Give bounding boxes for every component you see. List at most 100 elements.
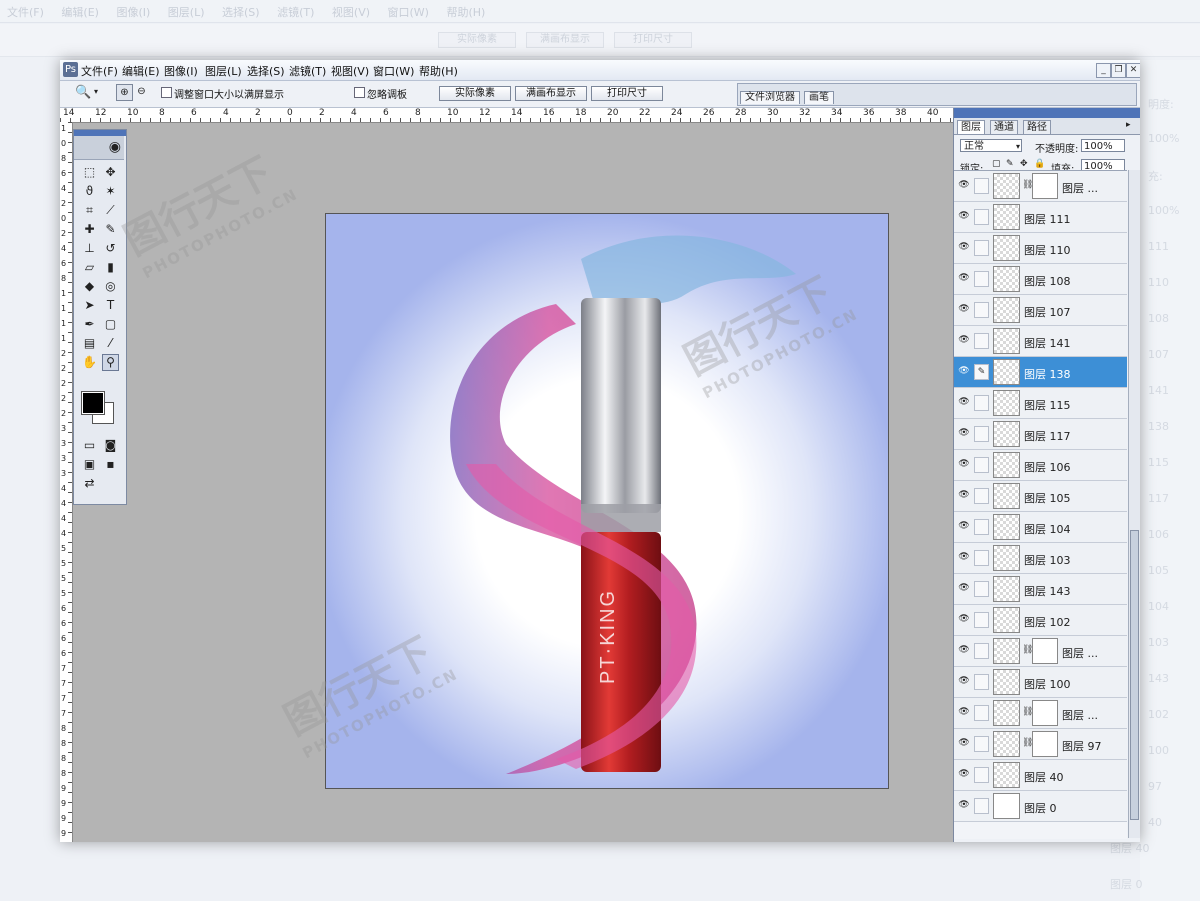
adobe-online-icon[interactable]: ◉ [74,136,124,160]
shape-tool-icon[interactable]: ▢ [102,316,119,333]
menu-help[interactable]: 帮助(H) [419,63,458,79]
visibility-eye-icon[interactable]: 👁 [958,459,970,469]
scrollbar-thumb[interactable] [1130,530,1139,820]
layer-row[interactable]: 👁 图层 115 [954,388,1127,419]
tab-paths[interactable]: 路径 [1023,120,1051,134]
zoom-tool-icon[interactable]: 🔍 [75,85,91,100]
visibility-eye-icon[interactable]: 👁 [958,800,970,810]
lasso-tool-icon[interactable]: ϑ [81,183,98,200]
link-box[interactable] [974,240,989,256]
layer-row[interactable]: 👁 图层 105 [954,481,1127,512]
palette-menu-arrow-icon[interactable]: ▸ [1126,120,1131,130]
healing-brush-tool-icon[interactable]: ✚ [81,221,98,238]
lock-pixels-icon[interactable]: ✎ [1006,159,1014,169]
link-box[interactable] [974,612,989,628]
opacity-field[interactable]: 100% [1081,139,1125,152]
print-size-button[interactable]: 打印尺寸 [591,86,663,101]
pen-tool-icon[interactable]: ✒ [81,316,98,333]
layers-scrollbar[interactable] [1128,170,1140,838]
link-box[interactable] [974,271,989,287]
menu-image[interactable]: 图像(I) [164,63,198,79]
zoom-tool-selected-icon[interactable]: ⚲ [102,354,119,371]
fit-window-checkbox[interactable] [161,87,172,98]
active-brush-icon[interactable]: ✎ [974,364,989,380]
layer-row[interactable]: 👁 图层 108 [954,264,1127,295]
quick-mask-mode-icon[interactable]: ◙ [102,437,119,454]
layer-mask-thumbnail[interactable] [1032,173,1058,199]
dodge-tool-icon[interactable]: ◎ [102,278,119,295]
visibility-eye-icon[interactable]: 👁 [958,180,970,190]
lock-position-icon[interactable]: ✥ [1020,159,1028,169]
layer-row[interactable]: 👁 图层 0 [954,791,1127,822]
visibility-eye-icon[interactable]: 👁 [958,645,970,655]
visibility-eye-icon[interactable]: 👁 [958,614,970,624]
link-box[interactable] [974,643,989,659]
notes-tool-icon[interactable]: ▤ [81,335,98,352]
clone-stamp-tool-icon[interactable]: ⊥ [81,240,98,257]
link-box[interactable] [974,550,989,566]
link-box[interactable] [974,674,989,690]
blend-mode-select[interactable]: 正常 ▾ [960,139,1022,152]
link-box[interactable] [974,736,989,752]
layer-row[interactable]: 👁 图层 111 [954,202,1127,233]
layer-row[interactable]: 👁 图层 102 [954,605,1127,636]
eraser-tool-icon[interactable]: ▱ [81,259,98,276]
hand-tool-icon[interactable]: ✋ [81,354,98,371]
menu-window[interactable]: 窗口(W) [373,63,414,79]
link-box[interactable] [974,457,989,473]
menu-edit[interactable]: 编辑(E) [122,63,160,79]
visibility-eye-icon[interactable]: 👁 [958,273,970,283]
minimize-button[interactable]: _ [1096,63,1111,78]
visibility-eye-icon[interactable]: 👁 [958,583,970,593]
link-box[interactable] [974,209,989,225]
layer-mask-thumbnail[interactable] [1032,700,1058,726]
marquee-tool-icon[interactable]: ⬚ [81,164,98,181]
layer-row[interactable]: 👁 图层 107 [954,295,1127,326]
layer-row[interactable]: 👁 图层 104 [954,512,1127,543]
layer-row[interactable]: 👁 ⛓ 图层 ... [954,171,1127,202]
menu-file[interactable]: 文件(F) [81,63,118,79]
layer-row[interactable]: 👁 图层 117 [954,419,1127,450]
link-box[interactable] [974,333,989,349]
visibility-eye-icon[interactable]: 👁 [958,428,970,438]
lock-transparency-icon[interactable]: ▢ [992,159,1001,169]
visibility-eye-icon[interactable]: 👁 [958,707,970,717]
move-tool-icon[interactable]: ✥ [102,164,119,181]
ignore-palettes-checkbox[interactable] [354,87,365,98]
zoom-out-icon[interactable]: ⊖ [134,84,149,99]
lock-all-icon[interactable]: 🔒 [1034,159,1045,169]
tab-file-browser[interactable]: 文件浏览器 [740,91,800,104]
layer-row[interactable]: 👁 图层 100 [954,667,1127,698]
link-box[interactable] [974,426,989,442]
link-box[interactable] [974,767,989,783]
zoom-in-icon[interactable]: ⊕ [116,84,133,101]
actual-pixels-button[interactable]: 实际像素 [439,86,511,101]
visibility-eye-icon[interactable]: 👁 [958,490,970,500]
visibility-eye-icon[interactable]: 👁 [958,335,970,345]
layer-mask-thumbnail[interactable] [1032,731,1058,757]
jump-to-imageready-icon[interactable]: ⇄ [81,475,98,492]
layer-row[interactable]: 👁 图层 103 [954,543,1127,574]
visibility-eye-icon[interactable]: 👁 [958,676,970,686]
visibility-eye-icon[interactable]: 👁 [958,738,970,748]
restore-button[interactable]: ❐ [1111,63,1126,78]
layer-row[interactable]: 👁 ⛓ 图层 97 [954,729,1127,760]
standard-mode-icon[interactable]: ▭ [81,437,98,454]
layer-mask-thumbnail[interactable] [1032,638,1058,664]
link-box[interactable] [974,302,989,318]
app-icon[interactable]: Ps [63,62,78,77]
visibility-eye-icon[interactable]: 👁 [958,552,970,562]
visibility-eye-icon[interactable]: 👁 [958,304,970,314]
tab-channels[interactable]: 通道 [990,120,1018,134]
palette-titlebar[interactable] [954,108,1140,118]
menu-select[interactable]: 选择(S) [247,63,285,79]
foreground-color-swatch[interactable] [81,391,105,415]
link-box[interactable] [974,178,989,194]
layer-row[interactable]: 👁 图层 141 [954,326,1127,357]
tab-layers[interactable]: 图层 [957,120,985,134]
tool-preset-chevron-icon[interactable]: ▾ [94,87,98,96]
tab-brushes[interactable]: 画笔 [804,91,834,104]
path-selection-tool-icon[interactable]: ➤ [81,297,98,314]
history-brush-tool-icon[interactable]: ↺ [102,240,119,257]
visibility-eye-icon[interactable]: 👁 [958,397,970,407]
